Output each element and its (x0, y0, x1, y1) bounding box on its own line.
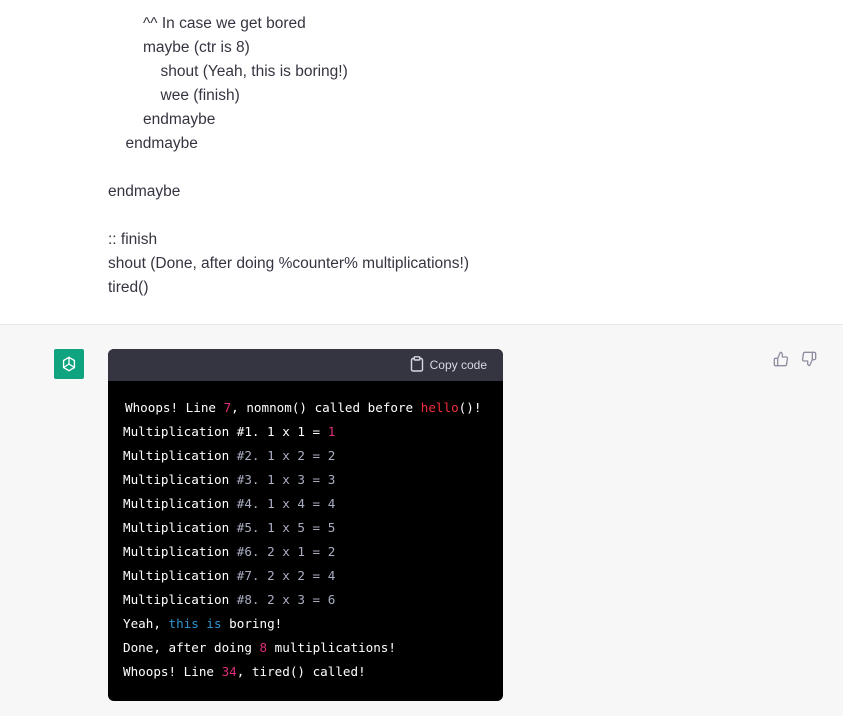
code-token: Done, after doing (123, 640, 260, 655)
user-message-line: tired() (108, 279, 149, 296)
thumbs-up-icon (773, 351, 789, 372)
code-line: Done, after doing 8 multiplications! (123, 636, 495, 660)
thumbs-down-button[interactable] (800, 351, 818, 372)
copy-code-button[interactable]: Copy code (410, 349, 487, 381)
user-message-line: shout (Yeah, this is boring!) (160, 63, 348, 80)
user-message-line: maybe (ctr is 8) (143, 39, 250, 56)
thumbs-up-button[interactable] (772, 351, 790, 372)
code-token: #7. 2 x 2 = 4 (236, 568, 336, 583)
code-token: , tired() called! (236, 664, 366, 679)
user-message-line: endmaybe (108, 183, 181, 200)
code-token: Multiplication (123, 592, 237, 607)
code-token: Whoops! Line (123, 664, 222, 679)
code-token: Multiplication #1. 1 x 1 = (123, 424, 328, 439)
clipboard-icon (410, 355, 424, 375)
code-token: Multiplication (123, 520, 237, 535)
openai-logo-icon (54, 349, 84, 379)
code-line: Multiplication #6. 2 x 1 = 2 (123, 540, 495, 564)
code-token: #3. 1 x 3 = 3 (236, 472, 336, 487)
thumbs-down-icon (801, 351, 817, 372)
code-token: Multiplication (123, 472, 237, 487)
code-token: Multiplication (123, 496, 237, 511)
code-block-header: Copy code (108, 349, 503, 381)
code-token: #5. 1 x 5 = 5 (236, 520, 336, 535)
code-line: Multiplication #5. 1 x 5 = 5 (123, 516, 495, 540)
user-message-line: endmaybe (143, 111, 216, 128)
code-line: Whoops! Line 34, tired() called! (123, 660, 495, 684)
user-message-line: endmaybe (125, 135, 198, 152)
code-line: Whoops! Line 7, nomnom() called before h… (123, 396, 495, 420)
user-message-line: ^^ In case we get bored (143, 15, 306, 32)
code-token: boring! (221, 616, 283, 631)
code-line: Multiplication #3. 1 x 3 = 3 (123, 468, 495, 492)
code-line: Yeah, this is boring! (123, 612, 495, 636)
code-token: #4. 1 x 4 = 4 (236, 496, 336, 511)
code-output: Whoops! Line 7, nomnom() called before h… (123, 396, 495, 684)
code-line: Multiplication #4. 1 x 4 = 4 (123, 492, 495, 516)
code-token: Multiplication (123, 448, 237, 463)
code-line: Multiplication #1. 1 x 1 = 1 (123, 420, 495, 444)
code-token: Yeah, (123, 616, 169, 631)
code-token: 8 (259, 640, 268, 655)
user-message: ^^ In case we get bored maybe (ctr is 8) s… (0, 0, 843, 324)
code-block: Copy code Whoops! Line 7, nomnom() calle… (108, 349, 503, 701)
code-token: 34 (221, 664, 237, 679)
user-message-line: shout (Done, after doing %counter% multi… (108, 255, 469, 272)
code-token: Multiplication (123, 544, 237, 559)
code-token: hello (420, 400, 459, 415)
code-token: Whoops! Line (125, 400, 224, 415)
code-token: #8. 2 x 3 = 6 (236, 592, 336, 607)
code-token: ()! (458, 400, 482, 415)
code-token: , nomnom() called before (231, 400, 421, 415)
code-line: Multiplication #2. 1 x 2 = 2 (123, 444, 495, 468)
code-token: this is (168, 616, 222, 631)
code-line: Multiplication #7. 2 x 2 = 4 (123, 564, 495, 588)
copy-code-label: Copy code (429, 358, 487, 372)
code-token: #2. 1 x 2 = 2 (236, 448, 336, 463)
user-message-line: wee (finish) (160, 87, 240, 104)
code-token: multiplications! (267, 640, 396, 655)
code-line: Multiplication #8. 2 x 3 = 6 (123, 588, 495, 612)
code-token: #6. 2 x 1 = 2 (236, 544, 336, 559)
code-token: Multiplication (123, 568, 237, 583)
user-message-line: :: finish (108, 231, 158, 248)
code-token: 1 (327, 424, 336, 439)
